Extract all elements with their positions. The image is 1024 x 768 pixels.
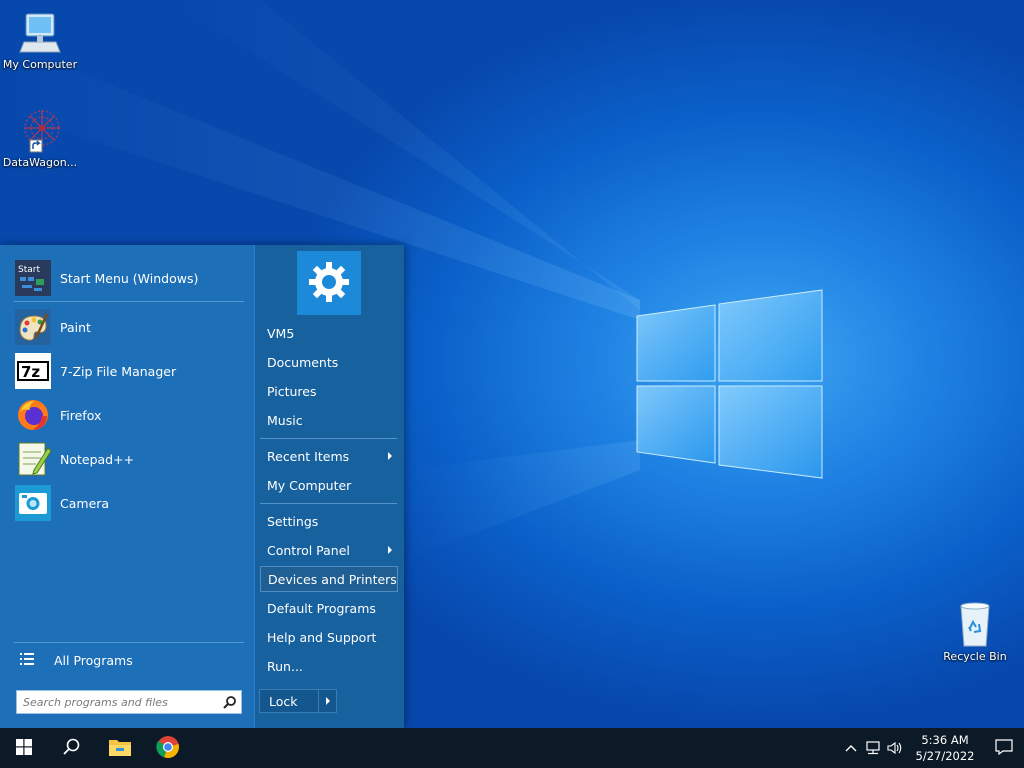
link-pictures[interactable]: Pictures	[260, 378, 398, 404]
search-icon[interactable]	[219, 695, 239, 709]
taskbar-search-button[interactable]	[48, 728, 96, 768]
desktop-icon-label: DataWagon...	[2, 156, 78, 169]
desktop-icon-label: My Computer	[2, 58, 78, 71]
app-label: Notepad++	[60, 451, 135, 467]
app-label: Camera	[60, 495, 110, 511]
action-center-button[interactable]	[984, 728, 1024, 768]
link-default-programs[interactable]: Default Programs	[260, 595, 398, 621]
desktop-icon-datawagon[interactable]: DataWagon...	[0, 106, 80, 169]
app-item-notepadpp[interactable]: Notepad++	[10, 438, 246, 480]
start-button[interactable]	[0, 728, 48, 768]
link-documents[interactable]: Documents	[260, 349, 398, 375]
network-icon[interactable]	[862, 728, 884, 768]
app-label: 7-Zip File Manager	[60, 363, 177, 379]
7zip-icon: 7z	[14, 352, 52, 390]
link-my-computer[interactable]: My Computer	[260, 472, 398, 498]
link-settings[interactable]: Settings	[260, 508, 398, 534]
datawagon-logo-icon	[16, 106, 64, 154]
start-menu-programs-pane: Start Start Menu (Windows) Paint 7z 7-Zi…	[0, 245, 254, 728]
paint-palette-icon	[14, 308, 52, 346]
link-control-panel[interactable]: Control Panel	[260, 537, 398, 563]
link-label: Control Panel	[267, 542, 350, 558]
file-explorer-icon	[108, 737, 132, 760]
notepadpp-icon	[14, 440, 52, 478]
recycle-bin-icon	[951, 600, 999, 648]
windows-start-icon	[16, 738, 32, 758]
firefox-icon	[14, 396, 52, 434]
chevron-up-icon[interactable]	[840, 728, 862, 768]
chrome-icon	[156, 735, 180, 762]
camera-icon	[14, 484, 52, 522]
notification-icon	[995, 738, 1013, 758]
monitor-icon	[16, 8, 64, 56]
app-label: Firefox	[60, 407, 102, 423]
search-input[interactable]	[23, 695, 219, 709]
search-icon	[63, 738, 81, 759]
volume-icon[interactable]	[884, 728, 906, 768]
link-recent-items[interactable]: Recent Items	[260, 443, 398, 469]
app-item-firefox[interactable]: Firefox	[10, 394, 246, 436]
desktop-icon-my-computer[interactable]: My Computer	[0, 8, 80, 71]
start-menu: Start Start Menu (Windows) Paint 7z 7-Zi…	[0, 245, 404, 728]
clock-time: 5:36 AM	[921, 733, 969, 747]
gear-icon	[306, 259, 352, 308]
start-menu-places-pane: VM5 Documents Pictures Music Recent Item…	[254, 245, 404, 728]
system-tray: 5:36 AM 5/27/2022	[840, 728, 1024, 768]
list-icon	[20, 652, 34, 669]
start-menu-app-icon: Start	[14, 259, 52, 297]
link-user-folder[interactable]: VM5	[260, 320, 398, 346]
link-music[interactable]: Music	[260, 407, 398, 433]
clock[interactable]: 5:36 AM 5/27/2022	[910, 732, 980, 764]
all-programs-label: All Programs	[54, 652, 133, 668]
start-menu-pinned-item[interactable]: Start Start Menu (Windows)	[10, 257, 246, 299]
search-box	[16, 690, 242, 714]
taskbar-chrome[interactable]	[144, 728, 192, 768]
submenu-arrow-icon	[388, 546, 392, 554]
app-item-paint[interactable]: Paint	[10, 306, 246, 348]
taskbar-file-explorer[interactable]	[96, 728, 144, 768]
divider	[14, 301, 244, 302]
windows-logo-wallpaper	[636, 289, 823, 479]
app-label: Start Menu (Windows)	[60, 270, 199, 286]
app-item-camera[interactable]: Camera	[10, 482, 246, 524]
divider	[260, 503, 397, 504]
divider	[260, 438, 397, 439]
divider	[14, 642, 244, 643]
all-programs-button[interactable]: All Programs	[10, 647, 246, 673]
lock-button[interactable]: Lock	[260, 694, 318, 709]
desktop-icon-recycle-bin[interactable]: Recycle Bin	[935, 600, 1015, 663]
link-run[interactable]: Run...	[260, 653, 398, 679]
desktop-icon-label: Recycle Bin	[943, 650, 1007, 663]
submenu-arrow-icon	[388, 452, 392, 460]
shutdown-options-arrow[interactable]	[318, 690, 336, 712]
7zip-icon-text: 7z	[21, 363, 40, 381]
link-help-and-support[interactable]: Help and Support	[260, 624, 398, 650]
app-label: Paint	[60, 319, 91, 335]
app-item-7zip[interactable]: 7z 7-Zip File Manager	[10, 350, 246, 392]
lock-button-group: Lock	[259, 689, 337, 713]
user-tile[interactable]	[297, 251, 361, 315]
clock-date: 5/27/2022	[915, 749, 975, 763]
taskbar: 5:36 AM 5/27/2022	[0, 728, 1024, 768]
start-icon-text: Start	[18, 265, 40, 275]
link-label: Recent Items	[267, 448, 350, 464]
link-devices-and-printers[interactable]: Devices and Printers	[260, 566, 398, 592]
